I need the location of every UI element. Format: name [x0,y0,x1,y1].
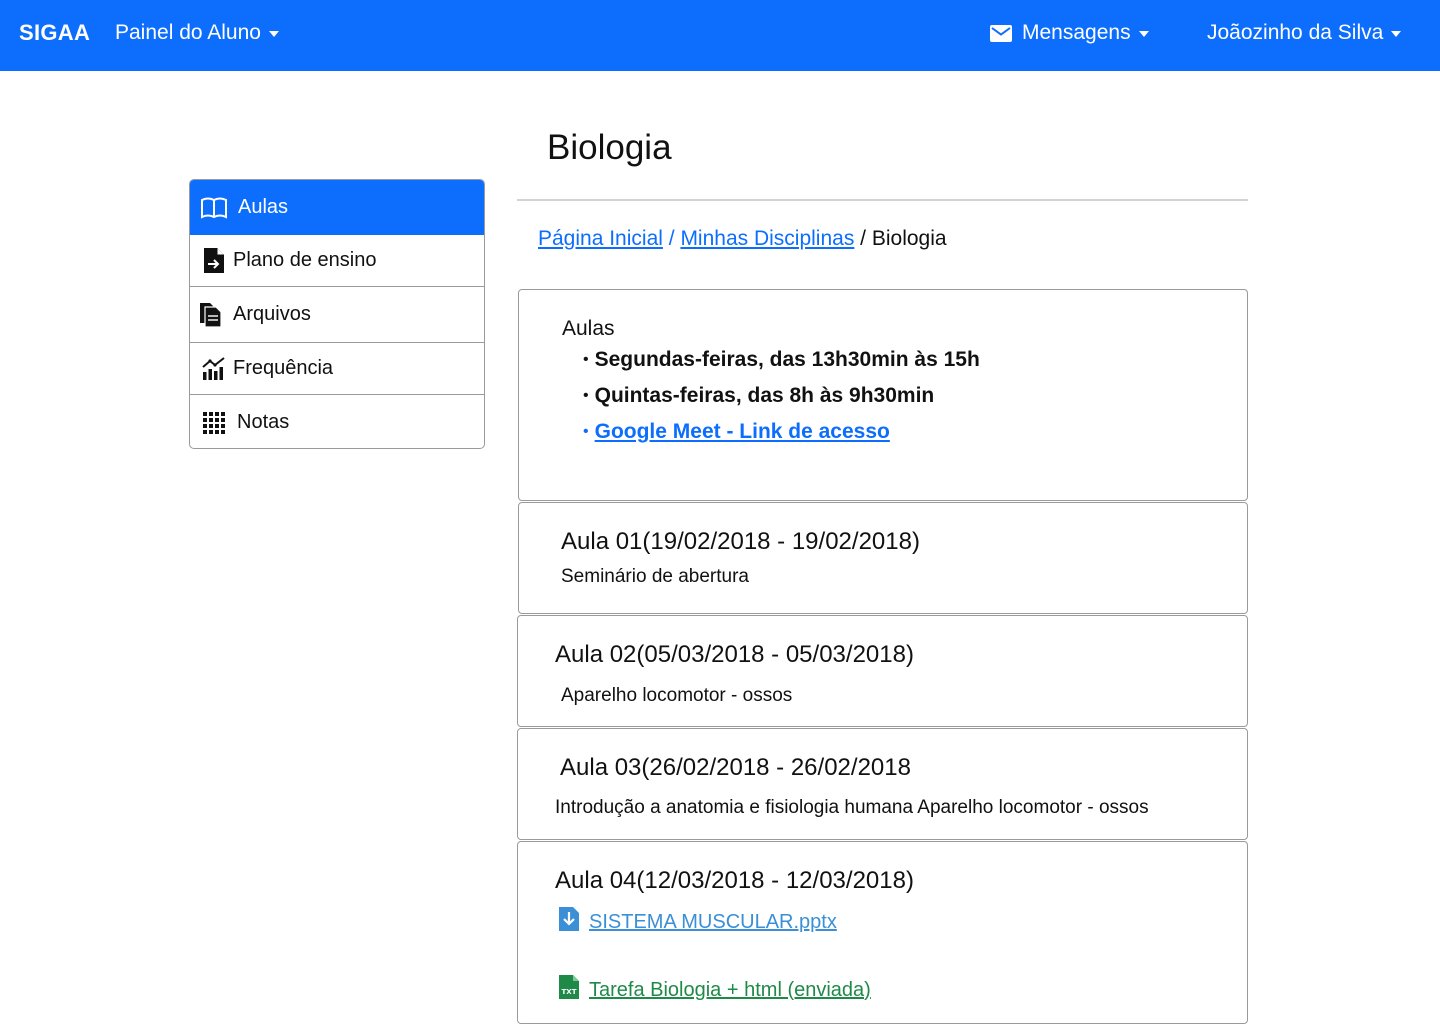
bullet: • [583,351,589,368]
file-name: SISTEMA MUSCULAR.pptx [589,910,837,933]
caret-down-icon [1138,30,1149,37]
schedule-list: • Segundas-feiras, das 13h30min às 15h • Q… [583,348,980,456]
sidebar-item-label: Arquivos [233,303,311,325]
list-item: • Google Meet - Link de acesso [583,420,980,456]
lesson-description: Introdução a anatomia e fisiologia human… [555,797,1149,818]
lesson-card: Aula 03(26/02/2018 - 26/02/2018 Introduç… [517,728,1248,840]
book-open-icon [199,196,229,220]
files-icon [197,302,227,328]
breadcrumb-home-link[interactable]: Página Inicial [538,227,663,250]
lesson-title: Aula 04(12/03/2018 - 12/03/2018) [555,867,914,894]
schedule-title: Aulas [562,317,615,340]
user-name: Joãozinho da Silva [1207,21,1384,44]
breadcrumb-disciplines-link[interactable]: Minhas Disciplinas [680,227,854,250]
sidebar-item-plano-de-ensino[interactable]: Plano de ensino [190,235,484,287]
sidebar-item-label: Plano de ensino [233,249,377,271]
sidebar-menu: Aulas Plano de ensino Arquivos Frequênci… [189,179,485,449]
lesson-card: Aula 01(19/02/2018 - 19/02/2018) Seminár… [518,502,1248,614]
top-navbar: SIGAA Painel do Aluno Mensagens Joãozinh… [0,0,1440,71]
list-item: • Segundas-feiras, das 13h30min às 15h [583,348,980,384]
grid-icon [199,411,229,435]
lesson-title: Aula 03(26/02/2018 - 26/02/2018 [560,754,911,781]
sidebar-item-label: Notas [237,411,290,433]
page-title: Biologia [547,128,672,167]
txt-file-icon: TXT [558,974,580,1006]
sidebar-item-aulas[interactable]: Aulas [190,180,484,235]
schedule-item-text: Quintas-feiras, das 8h às 9h30min [594,384,935,407]
file-arrow-icon [199,247,229,274]
chart-bar-icon [199,356,229,381]
breadcrumb-separator: / [662,227,681,250]
breadcrumb-current: Biologia [871,227,947,250]
caret-down-icon [268,30,279,37]
bullet: • [583,387,589,404]
download-file-icon [558,906,580,938]
file-link-txt[interactable]: TXT Tarefa Biologia + html (enviada) [558,974,871,1006]
lesson-description: Aparelho locomotor - ossos [561,685,793,706]
list-item: • Quintas-feiras, das 8h às 9h30min [583,384,980,420]
google-meet-link[interactable]: Google Meet - Link de acesso [595,420,890,444]
envelope-icon [990,24,1012,42]
messages-label: Mensagens [1022,21,1131,44]
file-link-pptx[interactable]: SISTEMA MUSCULAR.pptx [558,906,837,938]
lesson-title: Aula 02(05/03/2018 - 05/03/2018) [555,641,914,668]
lesson-title: Aula 01(19/02/2018 - 19/02/2018) [561,528,920,555]
lesson-description: Seminário de abertura [561,566,749,587]
svg-text:TXT: TXT [562,988,577,996]
sidebar-item-label: Aulas [238,196,289,218]
title-divider [517,199,1248,201]
file-name: Tarefa Biologia + html (enviada) [589,978,871,1001]
lesson-card: Aula 04(12/03/2018 - 12/03/2018) SISTEMA… [517,841,1248,1024]
breadcrumb-separator: / [854,227,872,250]
sidebar-item-arquivos[interactable]: Arquivos [190,287,484,343]
sidebar-item-frequencia[interactable]: Frequência [190,343,484,395]
brand-logo[interactable]: SIGAA [19,20,90,46]
schedule-item-text: Segundas-feiras, das 13h30min às 15h [594,348,980,371]
sidebar-item-notas[interactable]: Notas [190,395,484,448]
schedule-card: Aulas • Segundas-feiras, das 13h30min às … [518,289,1248,501]
painel-menu-dropdown[interactable]: Painel do Aluno [115,21,279,45]
sidebar-item-label: Frequência [233,357,334,379]
bullet: • [583,423,589,440]
breadcrumb: Página Inicial / Minhas Disciplinas / Bi… [538,227,947,251]
lesson-card: Aula 02(05/03/2018 - 05/03/2018) Aparelh… [517,615,1248,727]
caret-down-icon [1391,30,1402,37]
user-menu-dropdown[interactable]: Joãozinho da Silva [1207,21,1402,45]
messages-dropdown[interactable]: Mensagens [990,21,1149,45]
painel-menu-label: Painel do Aluno [115,21,261,44]
